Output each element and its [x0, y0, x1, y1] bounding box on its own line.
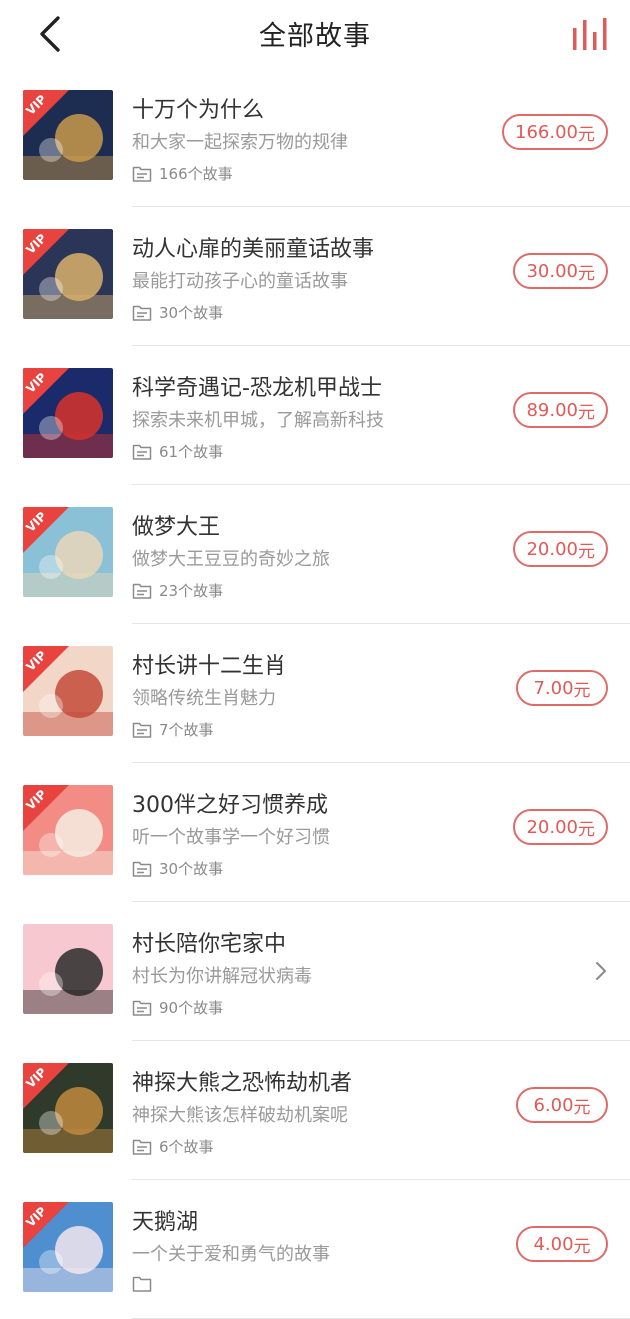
story-subtitle: 听一个故事学一个好习惯 — [132, 827, 330, 848]
price-button[interactable]: 89.00 元 — [513, 392, 608, 428]
story-subtitle: 神探大熊该怎样破劫机案呢 — [132, 1105, 348, 1126]
story-subtitle: 探索未来机甲城，了解高新科技 — [132, 410, 384, 431]
story-count-label: 30个故事 — [159, 860, 224, 878]
story-count — [132, 1275, 159, 1293]
story-title: 做梦大王 — [132, 515, 221, 540]
story-count: 90个故事 — [132, 997, 223, 1018]
price-value: 89.00 — [526, 399, 578, 421]
story-count-label: 23个故事 — [159, 582, 224, 600]
story-row[interactable]: VIP 村长讲十二生肖 领略传统生肖魅力 7个故事 7.00 元 — [0, 624, 630, 763]
story-title: 神探大熊之恐怖劫机者 — [132, 1071, 353, 1096]
price-unit: 元 — [573, 680, 591, 701]
price-button[interactable]: 4.00 元 — [516, 1226, 608, 1262]
story-subtitle: 村长为你讲解冠状病毒 — [132, 966, 312, 987]
price-value: 20.00 — [526, 538, 578, 560]
story-list: VIP 十万个为什么 和大家一起探索万物的规律 166个故事 166.00元 — [0, 68, 630, 1319]
story-subtitle: 和大家一起探索万物的规律 — [132, 132, 348, 153]
story-row[interactable]: VIP 动人心扉的美丽童话故事 最能打动孩子心的童话故事 30个故事 30.00… — [0, 207, 630, 346]
price-unit: 元 — [578, 819, 595, 840]
price-value: 20.00 — [526, 816, 578, 838]
story-subtitle: 一个关于爱和勇气的故事 — [132, 1244, 330, 1265]
story-count: 6个故事 — [132, 1136, 214, 1157]
story-count-label: 30个故事 — [159, 304, 224, 322]
price-button[interactable]: 20.00 元 — [513, 531, 608, 567]
story-row[interactable]: VIP 十万个为什么 和大家一起探索万物的规律 166个故事 166.00 元 — [0, 68, 630, 207]
story-title: 300伴之好习惯养成 — [132, 793, 328, 818]
price-value: 7.00 — [533, 677, 574, 699]
story-cover-image[interactable]: VIP — [23, 229, 113, 319]
story-title: 村长讲十二生肖 — [132, 654, 287, 679]
story-count-label: 166个故事 — [159, 165, 233, 183]
story-row[interactable]: VIP 天鹅湖 一个关于爱和勇气的故事 4.00 元 — [0, 1180, 630, 1319]
story-cover-image[interactable]: VIP — [23, 785, 113, 875]
price-unit: 元 — [578, 124, 595, 145]
price-value: 4.00 — [533, 1233, 574, 1255]
chevron-right-icon[interactable] — [594, 960, 608, 982]
story-count-label: 61个故事 — [159, 443, 224, 461]
story-row[interactable]: VIP 300伴之好习惯养成 听一个故事学一个好习惯 30个故事 20.00 元 — [0, 763, 630, 902]
story-cover-image[interactable]: VIP — [23, 507, 113, 597]
price-button[interactable]: 20.00 元 — [513, 809, 608, 845]
folder-list-icon — [132, 305, 152, 321]
story-count: 30个故事 — [132, 858, 223, 879]
story-cover-image[interactable]: VIP — [23, 368, 113, 458]
price-button[interactable]: 166.00 元 — [502, 114, 608, 150]
folder-list-icon — [132, 1276, 152, 1292]
story-count-label: 6个故事 — [159, 1138, 214, 1156]
story-subtitle: 领略传统生肖魅力 — [132, 688, 276, 709]
price-unit: 元 — [578, 541, 595, 562]
bar-chart-icon[interactable] — [568, 14, 612, 54]
folder-list-icon — [132, 166, 152, 182]
story-cover-image[interactable] — [23, 924, 113, 1014]
story-count: 7个故事 — [132, 719, 214, 740]
price-unit: 元 — [578, 263, 595, 284]
story-count: 61个故事 — [132, 441, 223, 462]
top-bar: 全部故事 — [0, 0, 630, 68]
story-count: 23个故事 — [132, 580, 223, 601]
price-value: 166.00 — [515, 121, 578, 143]
folder-list-icon — [132, 722, 152, 738]
story-cover-image[interactable]: VIP — [23, 646, 113, 736]
story-title: 动人心扉的美丽童话故事 — [132, 237, 375, 262]
story-title: 村长陪你宅家中 — [132, 932, 287, 957]
price-unit: 元 — [573, 1097, 591, 1118]
folder-list-icon — [132, 583, 152, 599]
story-count: 166个故事 — [132, 163, 233, 184]
price-button[interactable]: 30.00 元 — [513, 253, 608, 289]
price-button[interactable]: 7.00 元 — [516, 670, 608, 706]
story-row[interactable]: 村长陪你宅家中 村长为你讲解冠状病毒 90个故事 — [0, 902, 630, 1041]
story-row[interactable]: VIP 做梦大王 做梦大王豆豆的奇妙之旅 23个故事 20.00 元 — [0, 485, 630, 624]
cover-illustration — [23, 924, 113, 1014]
price-button[interactable]: 6.00 元 — [516, 1087, 608, 1123]
page-title: 全部故事 — [259, 21, 371, 52]
price-unit: 元 — [578, 402, 595, 423]
story-row[interactable]: VIP 科学奇遇记-恐龙机甲战士 探索未来机甲城，了解高新科技 61个故事 89… — [0, 346, 630, 485]
story-title: 科学奇遇记-恐龙机甲战士 — [132, 376, 382, 401]
story-count-label: 7个故事 — [159, 721, 214, 739]
price-value: 30.00 — [526, 260, 578, 282]
story-count: 30个故事 — [132, 302, 223, 323]
story-count-label: 90个故事 — [159, 999, 224, 1017]
story-cover-image[interactable]: VIP — [23, 1063, 113, 1153]
story-subtitle: 做梦大王豆豆的奇妙之旅 — [132, 549, 330, 570]
folder-list-icon — [132, 444, 152, 460]
price-unit: 元 — [573, 1236, 591, 1257]
price-value: 6.00 — [533, 1094, 574, 1116]
folder-list-icon — [132, 1000, 152, 1016]
folder-list-icon — [132, 861, 152, 877]
story-subtitle: 最能打动孩子心的童话故事 — [132, 271, 348, 292]
story-cover-image[interactable]: VIP — [23, 90, 113, 180]
story-row[interactable]: VIP 神探大熊之恐怖劫机者 神探大熊该怎样破劫机案呢 6个故事 6.00 元 — [0, 1041, 630, 1180]
folder-list-icon — [132, 1139, 152, 1155]
story-title: 十万个为什么 — [132, 98, 265, 123]
story-cover-image[interactable]: VIP — [23, 1202, 113, 1292]
story-title: 天鹅湖 — [132, 1210, 199, 1235]
